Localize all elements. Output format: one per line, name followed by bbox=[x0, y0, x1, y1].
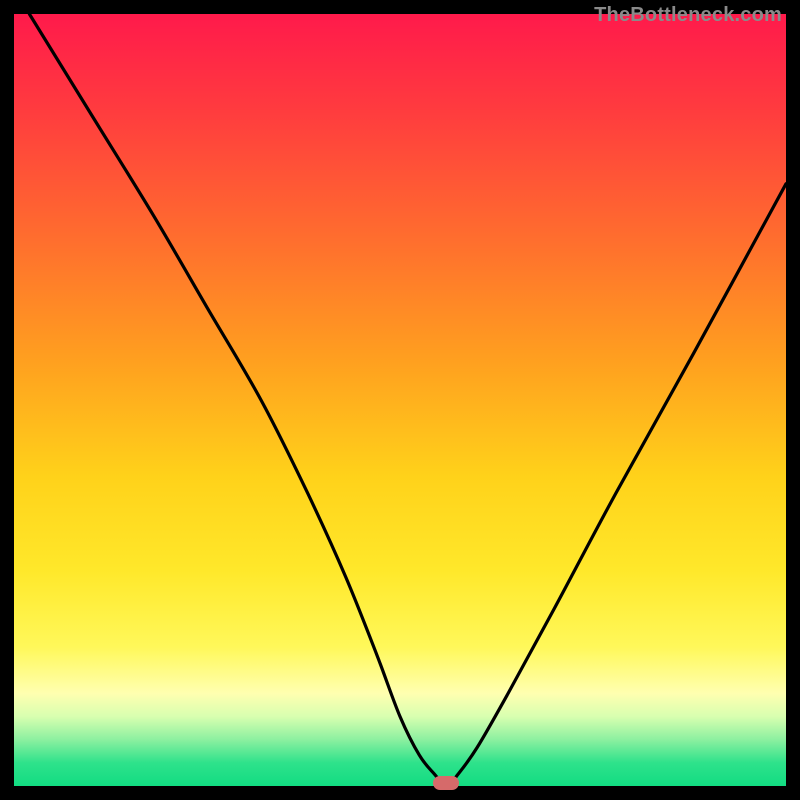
bottleneck-curve bbox=[14, 14, 786, 786]
optimal-point-marker bbox=[433, 776, 459, 790]
